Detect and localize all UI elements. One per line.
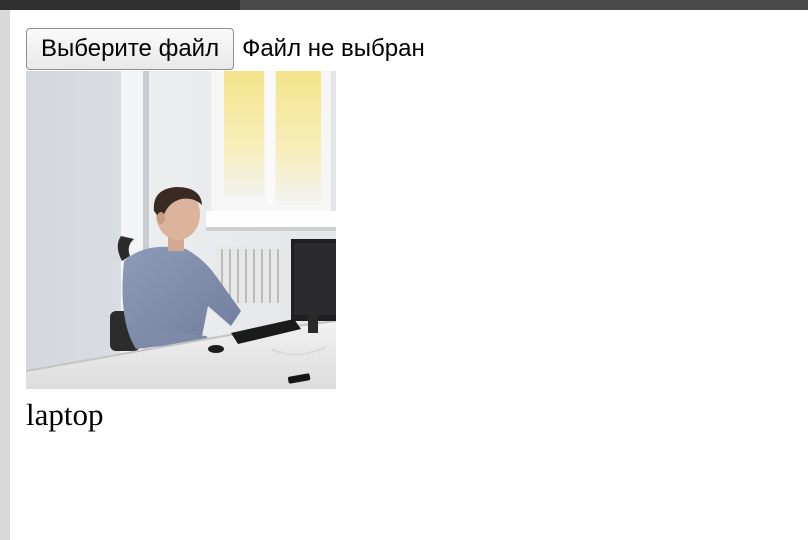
browser-top-bar bbox=[0, 0, 808, 10]
window-left-edge bbox=[0, 10, 10, 540]
browser-top-bar-segment bbox=[0, 0, 240, 10]
prediction-label: laptop bbox=[26, 397, 104, 432]
file-input[interactable]: Выберите файл Файл не выбран bbox=[26, 28, 425, 70]
file-status-text: Файл не выбран bbox=[242, 35, 425, 62]
uploaded-photo bbox=[26, 71, 336, 389]
choose-file-button[interactable]: Выберите файл bbox=[26, 28, 235, 70]
